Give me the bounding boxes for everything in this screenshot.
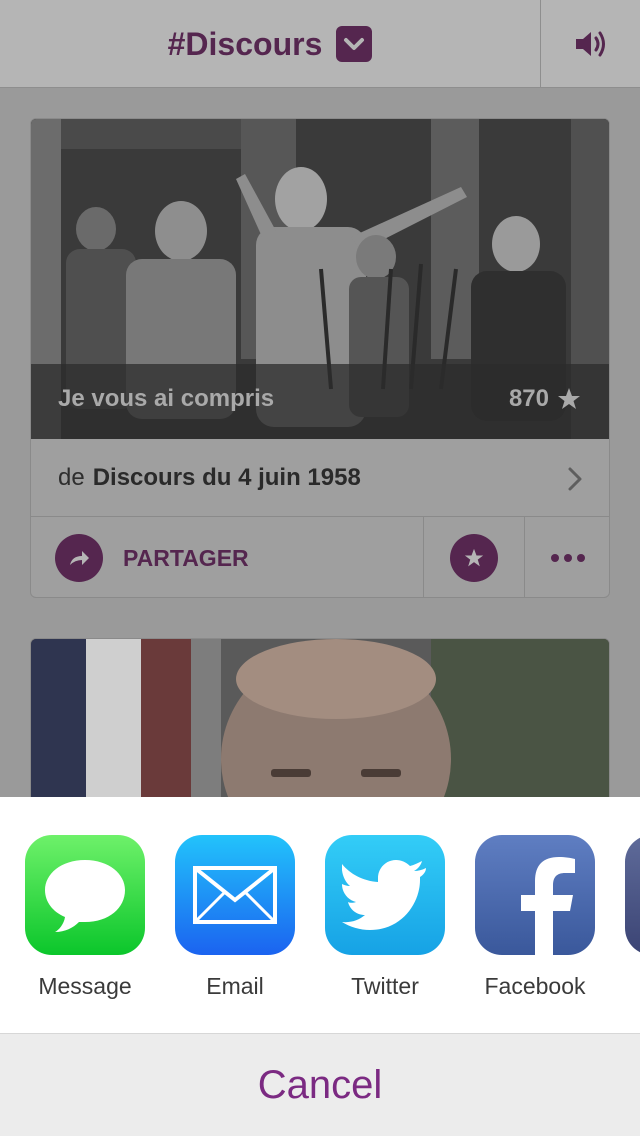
share-app-label: Twitter	[351, 973, 419, 999]
speaker-icon	[575, 31, 605, 57]
star-icon	[558, 388, 580, 409]
share-facebook-button[interactable]: Facebook	[475, 835, 595, 1000]
speech-title: Je vous ai compris	[58, 385, 275, 412]
page-title: #Discours	[167, 25, 323, 62]
envelope-icon	[175, 835, 295, 955]
share-twitter-button[interactable]: Twitter	[325, 835, 445, 1000]
share-email-button[interactable]: Email	[175, 835, 295, 1000]
share-app-label: Email	[206, 973, 264, 999]
source-prefix: de	[58, 463, 85, 491]
category-selector[interactable]: #Discours	[0, 0, 540, 88]
source-title: Discours du 4 juin 1958	[92, 463, 361, 491]
share-app-label: Facebook	[484, 973, 586, 999]
message-bubble-icon	[25, 835, 145, 955]
more-options-button[interactable]	[525, 517, 609, 597]
favorite-button[interactable]	[424, 517, 524, 597]
share-more-app-button[interactable]	[625, 835, 640, 955]
share-message-button[interactable]: Message	[25, 835, 145, 1000]
favorites-count: 870	[509, 385, 581, 413]
favorites-count-value: 870	[508, 385, 549, 412]
speech-card: Je vous ai compris 870 de Discours du 4 …	[30, 118, 610, 598]
cancel-button[interactable]: Cancel	[0, 1033, 640, 1136]
chevron-right-icon	[568, 467, 582, 491]
sound-button[interactable]	[541, 0, 640, 88]
top-bar: #Discours	[0, 0, 640, 88]
chevron-down-icon[interactable]	[336, 26, 373, 62]
share-arrow-icon	[55, 534, 103, 582]
star-icon	[450, 534, 498, 582]
share-app-label: Message	[38, 973, 132, 999]
share-sheet: Message Email Twitter Facebook	[0, 797, 640, 1033]
app-icon	[625, 835, 640, 955]
facebook-f-icon	[475, 835, 595, 955]
twitter-bird-icon	[325, 835, 445, 955]
speech-photo[interactable]: Je vous ai compris 870	[31, 119, 609, 439]
cancel-label: Cancel	[257, 1062, 383, 1107]
speech-source-link[interactable]: de Discours du 4 juin 1958	[31, 439, 609, 517]
share-label: PARTAGER	[123, 544, 249, 571]
card-actions: PARTAGER	[31, 517, 609, 597]
share-button[interactable]: PARTAGER	[31, 517, 423, 597]
more-dots-icon	[551, 554, 559, 562]
